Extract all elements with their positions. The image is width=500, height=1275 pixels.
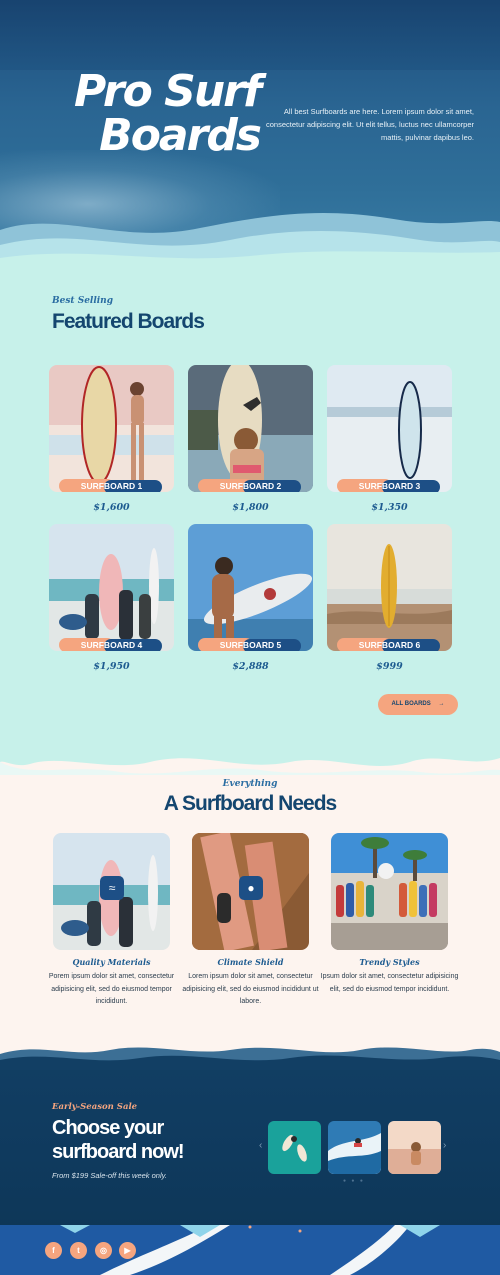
need-title-2: Climate Shield (217, 957, 284, 967)
need-title-3: Trendy Styles (359, 957, 420, 967)
board-photo-2 (188, 365, 313, 492)
sale-thumb-1[interactable] (268, 1121, 321, 1174)
hero-wave-divider (0, 213, 500, 270)
needs-section: Everything A Surfboard Needs ≈ Quality M… (0, 775, 500, 1040)
needs-heading: A Surfboard Needs (163, 792, 337, 815)
hero-title-line2: Boards (99, 110, 262, 161)
hero-sky (0, 0, 500, 70)
need-text-2: Lorem ipsum dolor sit amet, consectetur … (182, 973, 319, 1005)
all-boards-label: ALL BOARDS (391, 701, 431, 707)
featured-section: Best Selling Featured Boards SURFBOARD 1… (0, 262, 500, 752)
board-tag-2: SURFBOARD 2 (188, 479, 313, 492)
board-tag-6: SURFBOARD 6 (327, 638, 452, 651)
board-price-5: $2,888 (232, 661, 269, 672)
need-photo-3 (331, 833, 448, 950)
sale-section: Early-Season Sale Choose your surfboard … (0, 1040, 500, 1230)
need-text-3: Ipsum dolor sit amet, consectetur adipis… (320, 973, 459, 993)
sale-wave-top (0, 1040, 500, 1070)
carousel-dots[interactable]: ● ● ● (343, 1178, 365, 1184)
board-name-5: SURFBOARD 5 (219, 640, 282, 650)
board-card-3[interactable]: SURFBOARD 3 (327, 365, 452, 492)
board-name-6: SURFBOARD 6 (358, 640, 421, 650)
board-card-4[interactable]: SURFBOARD 4 (49, 524, 174, 651)
board-price-3: $1,350 (371, 502, 408, 513)
board-tag-4: SURFBOARD 4 (49, 638, 174, 651)
board-photo-1 (49, 365, 174, 492)
twitter-icon[interactable]: t (70, 1242, 87, 1259)
board-card-6[interactable]: SURFBOARD 6 (327, 524, 452, 651)
board-tag-1: SURFBOARD 1 (49, 479, 174, 492)
all-boards-button[interactable]: ALL BOARDS → (378, 694, 458, 715)
wave-badge-icon: ≈ (100, 876, 124, 900)
board-card-2[interactable]: SURFBOARD 2 (188, 365, 313, 492)
sale-eyebrow: Early-Season Sale (52, 1102, 138, 1112)
board-card-1[interactable]: SURFBOARD 1 (49, 365, 174, 492)
hero-title-line1: Pro Surf (74, 66, 262, 117)
board-price-1: $1,600 (93, 502, 130, 513)
board-tag-3: SURFBOARD 3 (327, 479, 452, 492)
featured-wave-divider (0, 740, 500, 780)
board-name-4: SURFBOARD 4 (80, 640, 143, 650)
board-price-2: $1,800 (232, 502, 269, 513)
sale-heading-line2: surfboard now! (52, 1141, 185, 1163)
board-card-5[interactable]: SURFBOARD 5 (188, 524, 313, 651)
facebook-icon[interactable]: f (45, 1242, 62, 1259)
needs-eyebrow: Everything (222, 779, 278, 789)
sale-thumb-3[interactable] (388, 1121, 441, 1174)
hero-section: Pro Surf Boards All best Surfboards are … (0, 0, 500, 270)
board-name-2: SURFBOARD 2 (219, 481, 282, 491)
arrow-right-icon: → (438, 701, 445, 707)
board-name-1: SURFBOARD 1 (80, 481, 143, 491)
board-photo-5 (188, 524, 313, 651)
board-price-6: $999 (376, 661, 403, 672)
need-text-1: Porem ipsum dolor sit amet, consectetur … (48, 973, 175, 1005)
sale-subtext: From $199 Sale-off this week only. (52, 1171, 167, 1180)
sale-heading: Choose your surfboard now! (52, 1116, 222, 1164)
board-photo-3 (327, 365, 452, 492)
chevron-left-icon[interactable]: ‹ (259, 1140, 262, 1151)
chevron-right-icon[interactable]: › (443, 1140, 446, 1151)
need-title-1: Quality Materials (72, 957, 151, 967)
featured-heading: Featured Boards (52, 310, 205, 333)
board-name-3: SURFBOARD 3 (358, 481, 421, 491)
footer: f t ◎ ▶ (0, 1225, 500, 1275)
sale-heading-line1: Choose your (52, 1117, 164, 1139)
board-photo-6 (327, 524, 452, 651)
board-price-4: $1,950 (93, 661, 130, 672)
drop-badge-icon: ● (239, 876, 263, 900)
board-tag-5: SURFBOARD 5 (188, 638, 313, 651)
hero-title: Pro Surf Boards (60, 66, 262, 161)
instagram-icon[interactable]: ◎ (95, 1242, 112, 1259)
hero-description: All best Surfboards are here. Lorem ipsu… (265, 107, 474, 142)
youtube-icon[interactable]: ▶ (119, 1242, 136, 1259)
sale-thumb-2[interactable] (328, 1121, 381, 1174)
board-photo-4 (49, 524, 174, 651)
featured-eyebrow: Best Selling (52, 296, 114, 306)
